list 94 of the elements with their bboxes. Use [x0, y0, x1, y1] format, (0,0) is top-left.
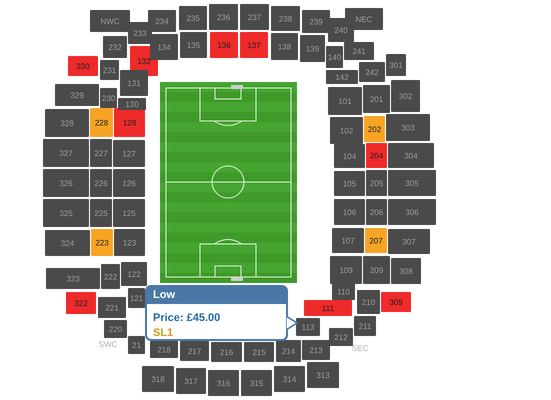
seat-section[interactable]: 210: [357, 290, 380, 314]
seat-section[interactable]: 309: [381, 292, 411, 312]
seat-section[interactable]: 106: [334, 199, 365, 225]
seat-section[interactable]: 316: [208, 370, 239, 396]
seat-section[interactable]: 217: [180, 341, 209, 361]
seat-section[interactable]: 123: [114, 229, 145, 256]
seat-section[interactable]: 111: [304, 300, 352, 316]
seat-section[interactable]: 107: [332, 228, 364, 253]
seat-section[interactable]: 235: [179, 6, 207, 30]
seat-section[interactable]: 207: [365, 228, 387, 253]
seat-section[interactable]: 232: [103, 36, 127, 58]
seat-section[interactable]: 142: [326, 70, 358, 84]
seat-section[interactable]: 131: [120, 70, 148, 96]
seat-section[interactable]: 138: [271, 33, 298, 60]
seat-section[interactable]: 318: [142, 366, 174, 392]
seat-section[interactable]: 305: [388, 170, 436, 196]
seat-section[interactable]: 134: [150, 34, 178, 60]
seat-section[interactable]: 324: [45, 230, 90, 256]
seat-section[interactable]: 204: [366, 143, 387, 168]
seat-section[interactable]: 214: [276, 340, 301, 362]
seat-section[interactable]: 314: [274, 366, 305, 392]
seat-section[interactable]: 125: [113, 199, 145, 227]
seat-section[interactable]: 136: [210, 32, 238, 58]
seat-section[interactable]: 213: [302, 340, 330, 360]
seat-section[interactable]: 242: [359, 62, 385, 82]
seat-section[interactable]: 308: [391, 258, 421, 284]
seat-section[interactable]: 317: [176, 368, 206, 394]
seat-section[interactable]: 325: [43, 199, 89, 227]
seat-section[interactable]: 220: [104, 320, 127, 338]
seat-section[interactable]: 121: [128, 288, 145, 308]
seat-section[interactable]: 238: [271, 6, 300, 31]
price-level-code: SL1: [153, 328, 174, 339]
seat-section[interactable]: 315: [241, 370, 272, 396]
seat-section[interactable]: 137: [240, 32, 268, 58]
seat-section[interactable]: 105: [334, 171, 365, 196]
seat-section[interactable]: 302: [391, 80, 420, 112]
seat-section[interactable]: NWC: [90, 10, 130, 32]
seat-section[interactable]: 236: [209, 4, 238, 30]
seat-section[interactable]: 239: [302, 10, 330, 33]
seat-section[interactable]: 241: [344, 42, 374, 60]
price-text: Price: £45.00: [153, 313, 220, 324]
seat-section[interactable]: 101: [328, 87, 362, 115]
seat-section[interactable]: 127: [113, 140, 145, 167]
seat-section[interactable]: 231: [100, 60, 119, 80]
seat-section[interactable]: 140: [326, 46, 343, 68]
seat-section[interactable]: 329: [55, 84, 99, 106]
seat-section[interactable]: 306: [388, 199, 436, 225]
seat-section[interactable]: 122: [121, 262, 147, 286]
seat-section[interactable]: 218: [150, 341, 178, 358]
seat-section[interactable]: 230: [100, 88, 117, 108]
seat-section[interactable]: 228: [90, 108, 113, 137]
seat-section[interactable]: 301: [386, 54, 406, 76]
seat-section[interactable]: 206: [366, 199, 387, 225]
seat-section[interactable]: 215: [244, 342, 274, 362]
seat-section[interactable]: 104: [334, 144, 365, 168]
seat-section[interactable]: 227: [90, 139, 112, 167]
seat-section[interactable]: 201: [363, 85, 390, 113]
seat-section[interactable]: 303: [386, 114, 430, 141]
seat-section[interactable]: 326: [43, 169, 89, 197]
seat-section[interactable]: 128: [114, 108, 145, 137]
seat-section[interactable]: 327: [43, 139, 89, 167]
seat-section[interactable]: 139: [300, 35, 325, 62]
seat-section[interactable]: 222: [101, 264, 120, 289]
seat-section[interactable]: 226: [90, 169, 112, 197]
seat-section[interactable]: 225: [90, 199, 112, 227]
seat-section[interactable]: 21: [128, 336, 145, 354]
seat-section[interactable]: 102: [330, 117, 363, 144]
seat-section[interactable]: 205: [366, 170, 387, 196]
tooltip-title: Low: [153, 290, 175, 301]
seat-section[interactable]: 216: [211, 342, 242, 362]
seat-section[interactable]: 212: [329, 328, 353, 346]
seat-section[interactable]: 322: [66, 292, 96, 314]
seat-section[interactable]: 113: [296, 318, 320, 336]
seat-section[interactable]: 328: [45, 109, 89, 137]
seat-section[interactable]: 223: [91, 229, 113, 256]
seat-section[interactable]: 126: [113, 169, 145, 197]
seat-section[interactable]: 307: [388, 229, 430, 254]
area-label: SWC: [98, 340, 118, 349]
seat-section[interactable]: 211: [354, 316, 376, 336]
seat-section[interactable]: 221: [98, 297, 126, 318]
seat-section[interactable]: 240: [328, 18, 354, 42]
seat-section[interactable]: 237: [240, 4, 269, 30]
seat-section[interactable]: 135: [180, 32, 207, 58]
seat-section[interactable]: 330: [68, 56, 98, 76]
seat-section[interactable]: 202: [364, 116, 385, 142]
seat-section[interactable]: 110: [332, 283, 355, 300]
seat-section[interactable]: 234: [148, 10, 176, 32]
seat-section[interactable]: 130: [118, 98, 146, 110]
seat-section[interactable]: 209: [363, 256, 390, 284]
seat-section[interactable]: 313: [307, 362, 339, 388]
seat-section[interactable]: 304: [388, 143, 434, 168]
area-label: SEC: [352, 344, 368, 353]
seat-section[interactable]: 109: [330, 256, 362, 284]
seat-section[interactable]: 323: [46, 268, 100, 289]
